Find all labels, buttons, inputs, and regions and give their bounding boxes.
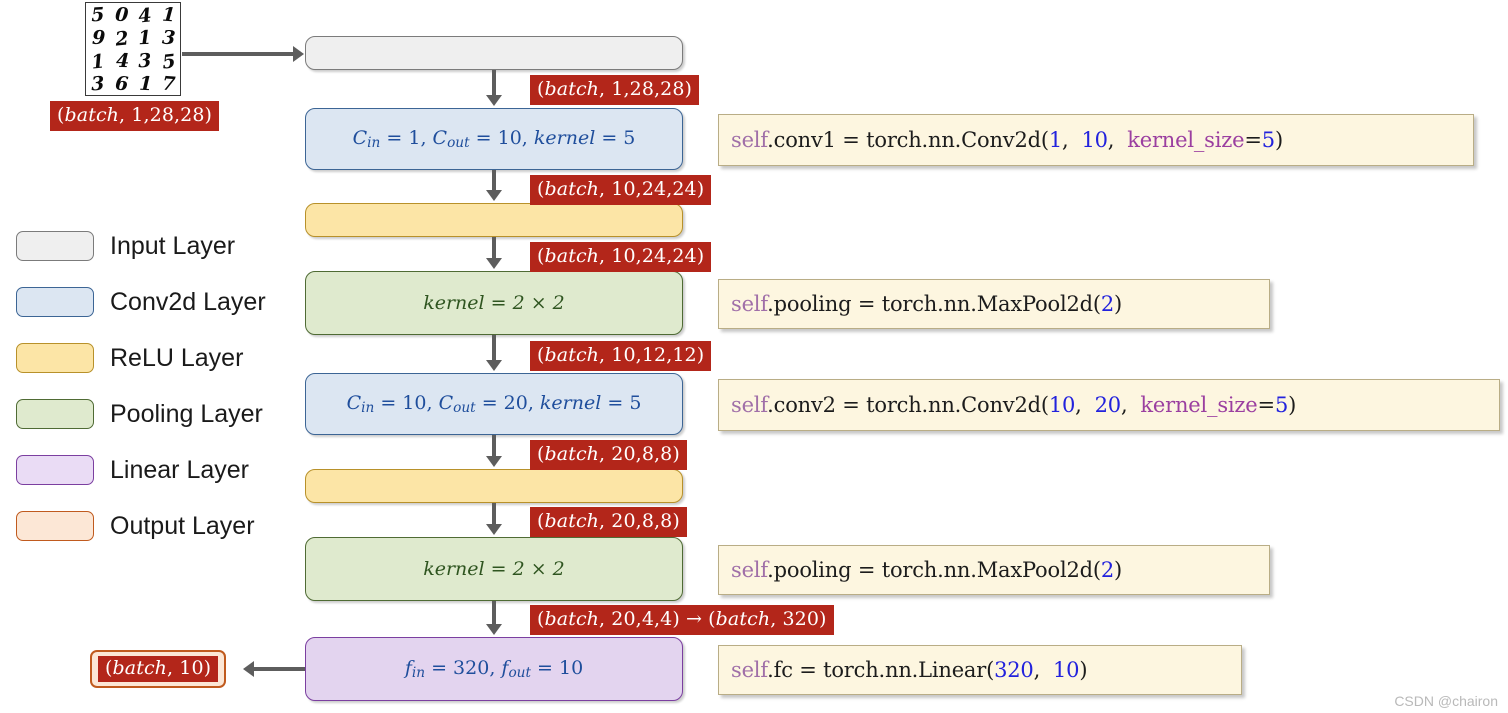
arrow-conv2-to-relu2-head (486, 456, 502, 467)
arrow-pool1-to-conv2-line (492, 335, 496, 361)
legend-swatch-linear-icon (16, 455, 94, 485)
code-pool2-text: self.pooling = torch.nn.MaxPool2d(2) (731, 558, 1123, 582)
node-pool1-label: kernel = 2 × 2 (423, 292, 565, 314)
node-conv1-label: Cin = 1, Cout = 10, kernel = 5 (352, 127, 636, 151)
arrow-pool1-to-conv2-head (486, 360, 502, 371)
arrow-relu1-to-pool1-head (486, 258, 502, 269)
legend-swatch-relu-icon (16, 343, 94, 373)
shape-after-relu1: (batch, 10,24,24) (530, 242, 712, 272)
mnist-digit: 1 (138, 72, 153, 95)
node-input-layer[interactable] (305, 36, 683, 70)
arrow-pool2-to-linear-head (486, 624, 502, 635)
code-conv1-text: self.conv1 = torch.nn.Conv2d(1, 10, kern… (731, 128, 1283, 152)
shape-after-conv1: (batch, 10,24,24) (530, 175, 712, 205)
legend-item-relu: ReLU Layer (8, 330, 298, 386)
legend-item-linear: Linear Layer (8, 442, 298, 498)
sample-image-shape-label: (batch, 1,28,28) (50, 101, 220, 131)
legend-swatch-conv2d-icon (16, 287, 94, 317)
legend-swatch-pooling-icon (16, 399, 94, 429)
mnist-digit: 3 (137, 49, 152, 72)
legend-item-input: Input Layer (8, 218, 298, 274)
shape-after-pool2: (batch, 20,4,4) → (batch, 320) (530, 605, 834, 635)
node-conv1[interactable]: Cin = 1, Cout = 10, kernel = 5 (305, 108, 683, 170)
mnist-digit: 9 (91, 26, 106, 49)
arrow-input-to-conv1-head (486, 95, 502, 106)
shape-after-pool1: (batch, 10,12,12) (530, 341, 712, 371)
arrow-relu2-to-pool2-head (486, 524, 502, 535)
legend-item-conv2d: Conv2d Layer (8, 274, 298, 330)
code-fc-text: self.fc = torch.nn.Linear(320, 10) (731, 658, 1088, 682)
legend-swatch-input-icon (16, 231, 94, 261)
output-shape-label: (batch, 10) (98, 656, 219, 682)
mnist-digit: 7 (160, 72, 176, 95)
output-shape-badge: (batch, 10) (90, 650, 227, 688)
legend-label-input: Input Layer (110, 231, 236, 260)
legend-label-output: Output Layer (110, 511, 255, 540)
mnist-sample-image: 5 0 4 1 9 2 1 3 1 4 3 5 3 6 1 7 (85, 2, 181, 96)
node-pool2-label: kernel = 2 × 2 (423, 558, 565, 580)
code-box-pool1: self.pooling = torch.nn.MaxPool2d(2) (718, 279, 1270, 329)
node-pool2[interactable]: kernel = 2 × 2 (305, 537, 683, 601)
arrow-sample-to-input-head (293, 46, 304, 62)
arrow-conv2-to-relu2-line (492, 435, 496, 457)
node-conv2-label: Cin = 10, Cout = 20, kernel = 5 (346, 392, 642, 416)
mnist-digit: 5 (90, 3, 105, 26)
legend-label-relu: ReLU Layer (110, 343, 244, 372)
code-pool1-text: self.pooling = torch.nn.MaxPool2d(2) (731, 292, 1123, 316)
arrow-sample-to-input-line (182, 52, 294, 56)
shape-after-relu2: (batch, 20,8,8) (530, 507, 687, 537)
code-conv2-text: self.conv2 = torch.nn.Conv2d(10, 20, ker… (731, 393, 1297, 417)
mnist-digit: 1 (160, 3, 176, 26)
code-box-conv1: self.conv1 = torch.nn.Conv2d(1, 10, kern… (718, 114, 1474, 166)
arrow-linear-to-output-head (243, 661, 254, 677)
arrow-input-to-conv1-line (492, 70, 496, 96)
node-relu1[interactable] (305, 203, 683, 237)
node-linear[interactable]: fin = 320, fout = 10 (305, 637, 683, 701)
mnist-digit: 6 (113, 72, 129, 95)
node-conv2[interactable]: Cin = 10, Cout = 20, kernel = 5 (305, 373, 683, 435)
legend-swatch-output-icon (16, 511, 94, 541)
mnist-digit: 4 (115, 49, 130, 72)
watermark: CSDN @chairon (1394, 693, 1498, 709)
legend-item-pooling: Pooling Layer (8, 386, 298, 442)
arrow-conv1-to-relu1-head (486, 190, 502, 201)
node-pool1[interactable]: kernel = 2 × 2 (305, 271, 683, 335)
node-relu2[interactable] (305, 469, 683, 503)
arrow-relu2-to-pool2-line (492, 503, 496, 525)
mnist-digit: 4 (137, 3, 153, 28)
code-box-pool2: self.pooling = torch.nn.MaxPool2d(2) (718, 545, 1270, 595)
code-box-fc: self.fc = torch.nn.Linear(320, 10) (718, 645, 1242, 695)
mnist-digit: 1 (137, 26, 152, 49)
arrow-conv1-to-relu1-line (492, 170, 496, 191)
arrow-relu1-to-pool1-line (492, 237, 496, 259)
mnist-digit: 2 (113, 26, 130, 51)
mnist-digit: 3 (160, 26, 176, 49)
shape-after-conv2: (batch, 20,8,8) (530, 440, 687, 470)
mnist-digit: 1 (90, 49, 106, 74)
node-linear-label: fin = 320, fout = 10 (404, 657, 584, 681)
shape-after-input: (batch, 1,28,28) (530, 75, 700, 105)
arrow-pool2-to-linear-line (492, 601, 496, 625)
mnist-digit: 0 (113, 3, 129, 26)
arrow-linear-to-output-line (253, 667, 305, 671)
code-box-conv2: self.conv2 = torch.nn.Conv2d(10, 20, ker… (718, 379, 1500, 431)
legend-label-linear: Linear Layer (110, 455, 249, 484)
legend-label-conv2d: Conv2d Layer (110, 287, 266, 316)
legend-item-output: Output Layer (8, 498, 298, 554)
mnist-digit: 3 (90, 72, 105, 95)
legend-label-pooling: Pooling Layer (110, 399, 263, 428)
legend: Input Layer Conv2d Layer ReLU Layer Pool… (8, 218, 298, 554)
